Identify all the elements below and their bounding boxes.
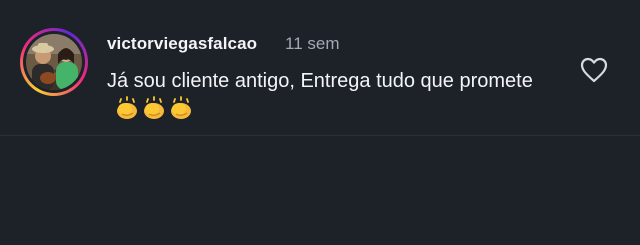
comment-text: Já sou cliente antigo, Entrega tudo que … xyxy=(107,70,533,92)
comment-username[interactable]: victorviegasfalcao xyxy=(107,34,257,54)
divider xyxy=(0,135,640,136)
avatar-story-ring[interactable] xyxy=(20,28,88,96)
clap-emoji-2 xyxy=(144,96,164,119)
clap-emoji-1 xyxy=(117,96,137,119)
avatar-photo xyxy=(26,34,82,90)
comment-text-block: Já sou cliente antigo, Entrega tudo que … xyxy=(107,67,557,123)
avatar-ring-gap xyxy=(23,31,85,93)
avatar[interactable] xyxy=(26,34,82,90)
comment: victorviegasfalcao 11 sem Já sou cliente… xyxy=(0,0,640,135)
heart-icon[interactable] xyxy=(580,57,608,83)
clapping-hands-icon xyxy=(117,96,191,119)
comment-timestamp[interactable]: 11 sem xyxy=(285,34,340,54)
clap-emoji-3 xyxy=(171,96,191,119)
